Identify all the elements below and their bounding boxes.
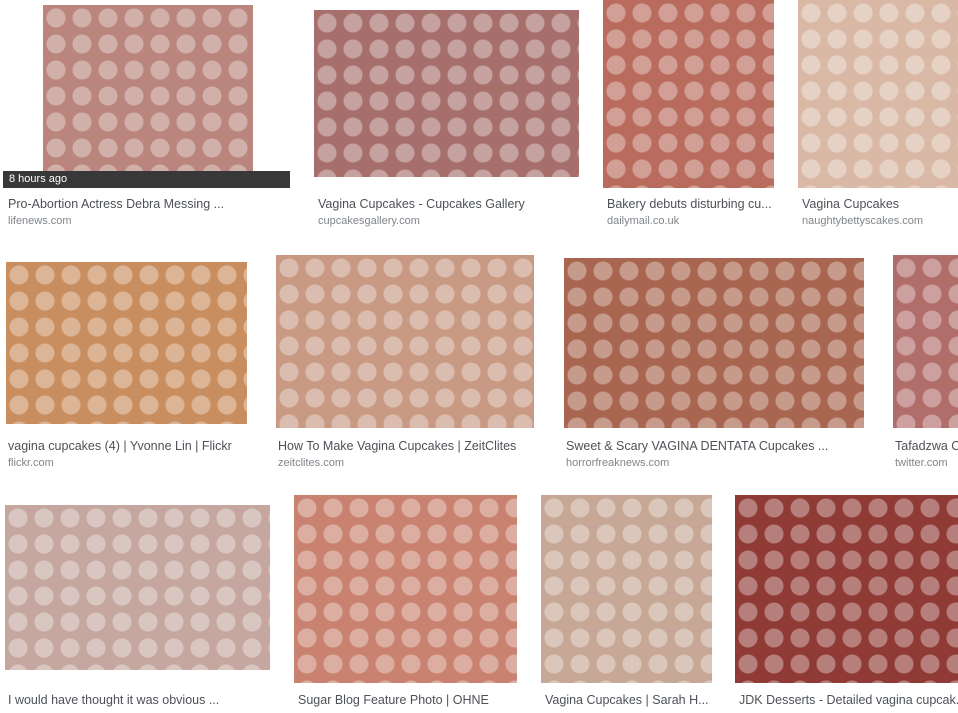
result-thumbnail[interactable] bbox=[5, 505, 270, 670]
result-title[interactable]: Bakery debuts disturbing cu... bbox=[607, 196, 777, 212]
result-thumbnail[interactable] bbox=[314, 10, 579, 177]
result-tile[interactable]: Vagina Cupcakes naughtybettyscakes.com bbox=[795, 0, 958, 230]
result-image bbox=[6, 262, 247, 424]
result-title[interactable]: vagina cupcakes (4) | Yvonne Lin | Flick… bbox=[8, 438, 258, 454]
result-title[interactable]: Vagina Cupcakes bbox=[802, 196, 958, 212]
result-title[interactable]: Vagina Cupcakes - Cupcakes Gallery bbox=[318, 196, 588, 212]
result-tile[interactable]: vagina cupcakes (4) | Yvonne Lin | Flick… bbox=[0, 255, 260, 475]
result-title[interactable]: Sugar Blog Feature Photo | OHNE bbox=[298, 692, 523, 708]
result-thumbnail[interactable] bbox=[893, 255, 958, 428]
result-image bbox=[541, 495, 712, 683]
result-image bbox=[798, 0, 958, 188]
result-tile[interactable]: Bakery debuts disturbing cu... dailymail… bbox=[600, 0, 790, 230]
result-source[interactable]: flickr.com bbox=[8, 456, 258, 470]
result-title[interactable]: Sweet & Scary VAGINA DENTATA Cupcakes ..… bbox=[566, 438, 876, 454]
result-thumbnail[interactable] bbox=[6, 262, 247, 424]
result-tile[interactable]: Vagina Cupcakes - Cupcakes Gallery cupca… bbox=[308, 0, 593, 230]
result-thumbnail[interactable] bbox=[798, 0, 958, 188]
result-image bbox=[294, 495, 517, 683]
result-thumbnail[interactable] bbox=[564, 258, 864, 428]
result-source[interactable]: naughtybettyscakes.com bbox=[802, 214, 958, 228]
result-source[interactable]: zeitclites.com bbox=[278, 456, 548, 470]
result-thumbnail[interactable] bbox=[541, 495, 712, 683]
result-tile[interactable]: How To Make Vagina Cupcakes | ZeitClites… bbox=[270, 255, 555, 475]
result-thumbnail[interactable] bbox=[603, 0, 774, 188]
result-image bbox=[603, 0, 774, 188]
result-image bbox=[5, 505, 270, 670]
result-tile[interactable]: Vagina Cupcakes | Sarah H... bbox=[535, 495, 725, 713]
result-image bbox=[564, 258, 864, 428]
result-title[interactable]: JDK Desserts - Detailed vagina cupcak... bbox=[739, 692, 958, 708]
result-tile[interactable]: Tafadzwa C twitter.com bbox=[888, 255, 958, 475]
result-image bbox=[43, 5, 253, 171]
result-tile[interactable]: JDK Desserts - Detailed vagina cupcak... bbox=[730, 495, 958, 713]
result-image bbox=[276, 255, 534, 428]
result-tile[interactable]: 8 hours ago Pro-Abortion Actress Debra M… bbox=[0, 0, 295, 230]
result-image bbox=[893, 255, 958, 428]
result-title[interactable]: How To Make Vagina Cupcakes | ZeitClites bbox=[278, 438, 548, 454]
result-thumbnail[interactable] bbox=[276, 255, 534, 428]
result-source[interactable]: cupcakesgallery.com bbox=[318, 214, 588, 228]
result-tile[interactable]: I would have thought it was obvious ... bbox=[0, 495, 280, 713]
result-thumbnail[interactable]: 8 hours ago bbox=[3, 0, 290, 188]
result-title[interactable]: Tafadzwa C bbox=[895, 438, 958, 454]
result-thumbnail[interactable] bbox=[294, 495, 517, 683]
result-source[interactable]: twitter.com bbox=[895, 456, 958, 470]
result-title[interactable]: Pro-Abortion Actress Debra Messing ... bbox=[8, 196, 293, 212]
result-tile[interactable]: Sugar Blog Feature Photo | OHNE bbox=[288, 495, 528, 713]
result-tile[interactable]: Sweet & Scary VAGINA DENTATA Cupcakes ..… bbox=[560, 255, 880, 475]
result-title[interactable]: Vagina Cupcakes | Sarah H... bbox=[545, 692, 720, 708]
result-source[interactable]: dailymail.co.uk bbox=[607, 214, 777, 228]
result-image bbox=[314, 10, 579, 177]
time-badge: 8 hours ago bbox=[3, 171, 290, 188]
result-thumbnail[interactable] bbox=[735, 495, 958, 683]
result-source[interactable]: horrorfreaknews.com bbox=[566, 456, 876, 470]
result-title[interactable]: I would have thought it was obvious ... bbox=[8, 692, 278, 708]
result-source[interactable]: lifenews.com bbox=[8, 214, 293, 228]
result-image bbox=[735, 495, 958, 683]
